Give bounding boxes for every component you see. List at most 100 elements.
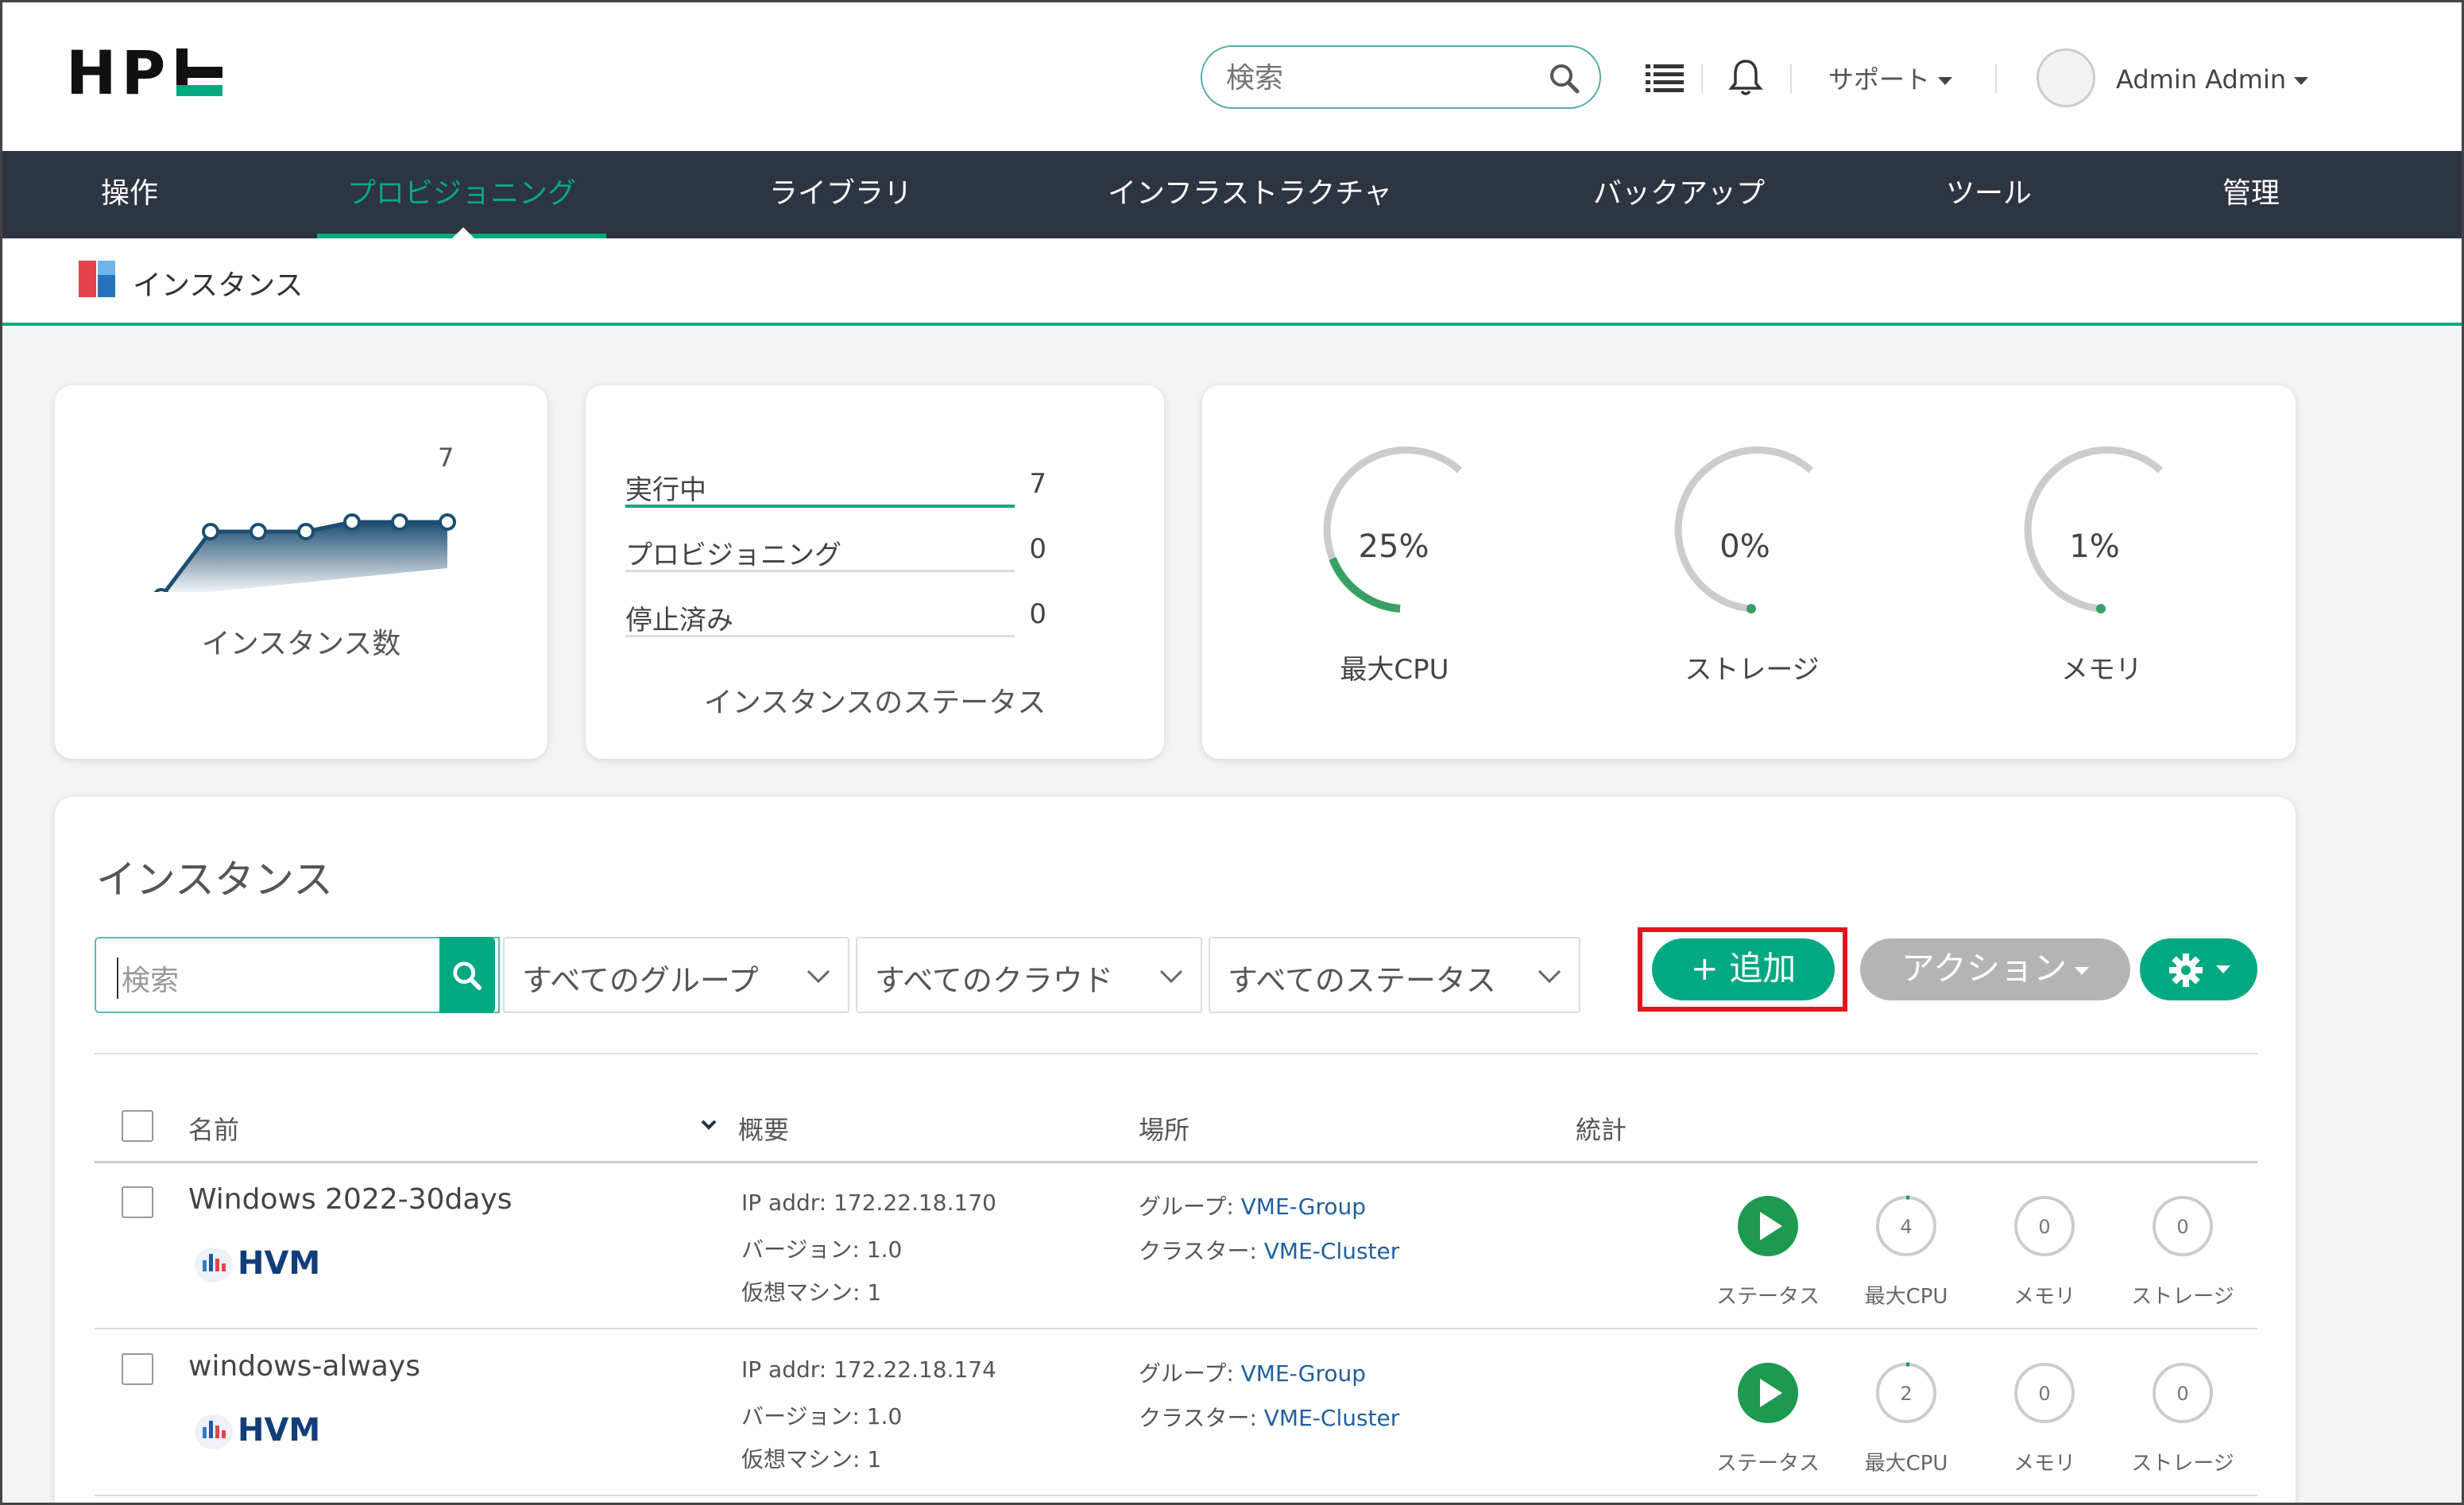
sparkline-point (391, 513, 408, 531)
sort-caret-icon[interactable] (700, 1118, 718, 1132)
storage-stat-icon[interactable]: 0 (2151, 1194, 2215, 1258)
top-header: HP サポート Admin Admin (2, 2, 2462, 151)
nav-library[interactable]: ライブラリ (757, 151, 924, 238)
user-name: Admin Admin (2116, 64, 2287, 95)
settings-button[interactable] (2140, 938, 2257, 1000)
row-divider (95, 1328, 2257, 1329)
select-all-checkbox[interactable] (122, 1110, 153, 1142)
cluster-link[interactable]: VME-Cluster (1264, 1238, 1400, 1264)
nav-infrastructure[interactable]: インフラストラクチャ (1091, 151, 1409, 238)
nav-admin[interactable]: 管理 (2211, 151, 2291, 238)
instance-count-caption: インスタンス数 (201, 628, 401, 660)
gauge-value: 1% (2069, 528, 2120, 565)
caret-down-icon (1938, 77, 1953, 85)
instances-icon (79, 261, 115, 297)
stat-label: 最大CPU (1864, 1285, 1948, 1309)
gauge-label: 最大CPU (1340, 654, 1449, 686)
nav-backup[interactable]: バックアップ (1576, 151, 1782, 238)
toolbar-divider (95, 1053, 2257, 1054)
cpu-stat-icon[interactable]: 4 (1874, 1194, 1938, 1258)
support-menu[interactable]: サポート (1828, 60, 1953, 96)
instance-name[interactable]: windows-always (188, 1350, 420, 1383)
search-placeholder: 検索 (117, 958, 179, 999)
platform-label: HVM (238, 1245, 321, 1282)
hvm-logo-icon (195, 1248, 233, 1283)
memory-stat-icon[interactable]: 0 (2013, 1361, 2076, 1425)
instance-vms: 仮想マシン: 1 (741, 1279, 882, 1306)
status-filter-dropdown[interactable]: すべてのステータス (1209, 937, 1580, 1013)
support-label: サポート (1828, 64, 1931, 95)
sparkline-max-label: 7 (438, 443, 455, 473)
instance-search-button[interactable] (439, 937, 495, 1013)
add-instance-button[interactable]: + 追加 (1652, 938, 1835, 1000)
stat-label: ストレージ (2131, 1285, 2234, 1309)
global-search-input[interactable] (1226, 58, 1544, 98)
column-header-stats[interactable]: 統計 (1576, 1110, 1627, 1147)
status-value: 0 (1029, 533, 1046, 565)
instance-group: グループ: VME-Group (1139, 1356, 1366, 1388)
group-filter-dropdown[interactable]: すべてのグループ (503, 937, 849, 1013)
dropdown-value: すべてのステータス (1228, 963, 1496, 998)
row-divider (95, 1495, 2257, 1496)
header-separator (1701, 64, 1703, 93)
gauge-label: メモリ (2061, 654, 2142, 686)
instance-version: バージョン: 1.0 (741, 1403, 903, 1430)
search-icon (453, 961, 482, 991)
actions-button[interactable]: アクション (1860, 938, 2130, 1000)
hpe-logo[interactable]: HP (66, 37, 223, 108)
resource-gauges-card: 25% 最大CPU 0% ストレージ 1% メモリ (1202, 385, 2296, 759)
storage-stat-icon[interactable]: 0 (2151, 1361, 2215, 1425)
cpu-stat-icon[interactable]: 2 (1874, 1361, 1938, 1425)
row-checkbox[interactable] (122, 1353, 153, 1385)
status-bar (625, 505, 1015, 508)
user-menu[interactable]: Admin Admin (2116, 64, 2309, 95)
notification-bell-icon[interactable] (1728, 58, 1763, 98)
hvm-logo-icon (195, 1414, 233, 1449)
memory-stat-icon[interactable]: 0 (2013, 1194, 2076, 1258)
search-icon[interactable] (1547, 61, 1582, 96)
logo-e-mark (176, 48, 223, 96)
cluster-label: クラスター: (1139, 1238, 1264, 1264)
cluster-link[interactable]: VME-Cluster (1264, 1405, 1400, 1431)
status-bar (625, 570, 1015, 572)
chevron-down-icon (807, 969, 830, 984)
status-row-provisioning: プロビジョニング 0 (625, 533, 1102, 572)
global-search[interactable] (1201, 45, 1601, 109)
row-checkbox[interactable] (122, 1186, 153, 1218)
status-running-icon[interactable] (1736, 1194, 1800, 1258)
breadcrumb: インスタンス (2, 238, 2462, 326)
instance-count-sparkline (153, 513, 456, 592)
storage-stat-value: 0 (2176, 1383, 2188, 1405)
group-link[interactable]: VME-Group (1241, 1360, 1366, 1387)
cloud-filter-dropdown[interactable]: すべてのクラウド (856, 937, 1202, 1013)
gauge-fill (2096, 604, 2106, 613)
instance-name[interactable]: Windows 2022-30days (188, 1183, 513, 1216)
instance-status-caption: インスタンスのステータス (703, 687, 1046, 719)
column-header-name[interactable]: 名前 (188, 1110, 239, 1147)
caret-down-icon (2294, 77, 2309, 85)
avatar[interactable] (2037, 48, 2095, 107)
page-title: インスタンス (133, 269, 304, 302)
sparkline-point (153, 588, 169, 592)
status-bar (625, 635, 1015, 637)
stat-label: ストレージ (2131, 1452, 2234, 1476)
header-separator (1790, 64, 1792, 93)
instance-cluster: クラスター: VME-Cluster (1139, 1234, 1399, 1266)
status-label: 実行中 (625, 474, 706, 506)
platform-badge: HVM (195, 1245, 320, 1283)
caret-down-icon (2216, 965, 2230, 973)
gear-icon (2169, 954, 2203, 987)
status-running-icon[interactable] (1736, 1361, 1800, 1425)
chevron-down-icon (1159, 969, 1183, 984)
column-header-location[interactable]: 場所 (1139, 1110, 1189, 1147)
group-link[interactable]: VME-Group (1241, 1194, 1366, 1220)
instance-status-card: 実行中 7 プロビジョニング 0 停止済み 0 インスタンスのステータス (586, 385, 1164, 759)
cpu-stat-value: 4 (1900, 1216, 1912, 1238)
column-header-summary[interactable]: 概要 (738, 1110, 789, 1147)
main-nav: 操作 プロビジョニング ライブラリ インフラストラクチャ バックアップ ツール … (2, 151, 2462, 238)
nav-tools[interactable]: ツール (1933, 151, 2044, 238)
activity-list-icon[interactable] (1646, 63, 1684, 93)
nav-provisioning[interactable]: プロビジョニング (317, 151, 606, 238)
cpu-stat-value: 2 (1900, 1383, 1912, 1405)
nav-operations[interactable]: 操作 (90, 151, 169, 238)
